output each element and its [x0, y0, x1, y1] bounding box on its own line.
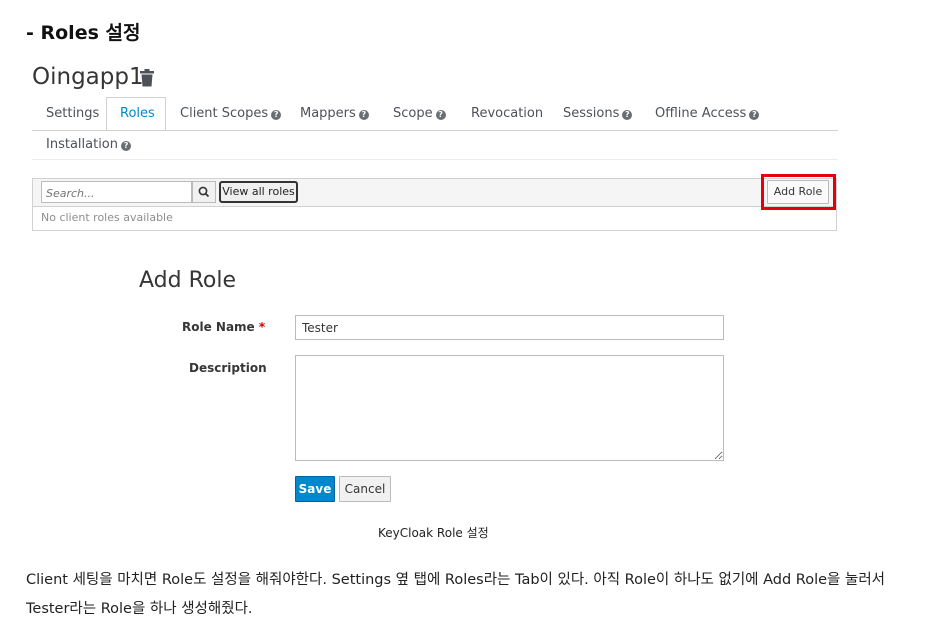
add-role-highlight-box [761, 174, 836, 210]
tabs-divider-2 [32, 159, 838, 160]
required-mark: * [258, 320, 266, 334]
body-paragraph: Client 세팅을 마치면 Role도 설정을 해줘야한다. Settings… [26, 572, 886, 617]
search-box [41, 181, 192, 203]
form-title: Add Role [139, 268, 236, 293]
search-button[interactable] [192, 181, 216, 203]
tab-installation[interactable]: Installation? [46, 137, 132, 153]
help-icon: ? [121, 141, 132, 151]
description-label: Description [189, 361, 267, 375]
tab-offline-access[interactable]: Offline Access? [655, 106, 760, 122]
tab-sessions[interactable]: Sessions? [563, 106, 633, 122]
tab-mappers[interactable]: Mappers? [300, 106, 369, 122]
role-name-input[interactable] [295, 315, 724, 340]
tabs-divider [32, 130, 838, 131]
search-icon [198, 186, 210, 198]
help-icon: ? [749, 110, 760, 120]
cancel-button[interactable]: Cancel [339, 476, 391, 502]
client-title: Oingapp1 [32, 64, 144, 90]
save-button[interactable]: Save [295, 476, 335, 502]
tab-client-scopes[interactable]: Client Scopes? [180, 106, 282, 122]
role-name-label: Role Name * [182, 320, 266, 334]
tab-revocation[interactable]: Revocation [471, 106, 543, 122]
image-caption: KeyCloak Role 설정 [378, 526, 489, 540]
tab-scope[interactable]: Scope? [393, 106, 446, 122]
description-textarea[interactable] [295, 355, 724, 461]
view-all-roles-button[interactable]: View all roles [219, 181, 298, 203]
tab-roles[interactable]: Roles [120, 106, 155, 122]
help-icon: ? [622, 110, 633, 120]
section-heading: - Roles 설정 [26, 22, 141, 44]
trash-icon[interactable] [139, 69, 155, 87]
search-input[interactable] [46, 184, 186, 203]
empty-roles-message: No client roles available [32, 207, 837, 231]
help-icon: ? [435, 110, 446, 120]
help-icon: ? [271, 110, 282, 120]
help-icon: ? [358, 110, 369, 120]
tab-settings[interactable]: Settings [46, 106, 99, 122]
